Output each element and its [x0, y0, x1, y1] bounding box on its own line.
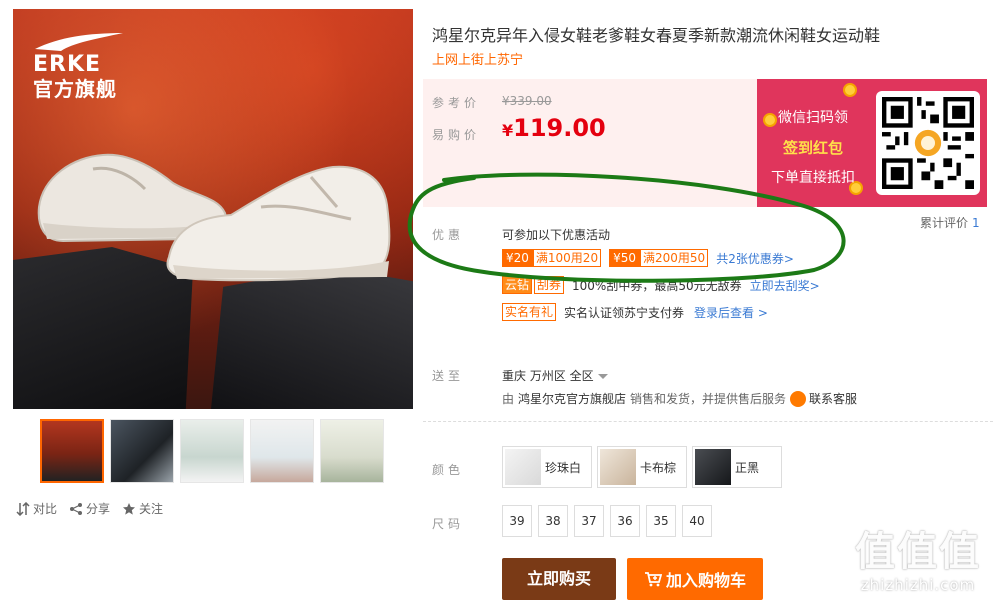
coupon-20[interactable]: ¥20 满100用20: [502, 249, 602, 267]
size-label: 尺码: [432, 517, 465, 531]
cloud-diamond-tag: 云钻: [502, 276, 533, 294]
size-option[interactable]: 38: [538, 505, 568, 537]
coupon-condition: 满100用20: [532, 249, 602, 267]
brand-name: ERKE: [33, 52, 102, 77]
buy-price-label: 易购价: [432, 128, 481, 142]
share-action[interactable]: 分享: [69, 500, 110, 517]
promo-line1: 微信扫码领: [778, 110, 848, 126]
thumbnail-5[interactable]: [320, 419, 384, 483]
promotions-intro: 可参加以下优惠活动: [502, 228, 611, 242]
swatch-image: [600, 449, 636, 485]
share-icon: [70, 502, 83, 515]
ship-to-label: 送至: [432, 369, 465, 383]
real-name-text: 实名认证领苏宁支付券: [564, 305, 685, 320]
thumbnail-strip: [40, 419, 390, 483]
shipping-note: 由 鸿星尔克官方旗舰店 销售和发货，并提供售后服务 联系客服: [502, 390, 857, 407]
color-option-cappuccino[interactable]: 卡布棕: [597, 446, 687, 488]
product-actions: 对比 分享 关注: [16, 500, 175, 517]
contact-service-link[interactable]: 联系客服: [809, 390, 857, 407]
color-name: 正黑: [735, 460, 760, 475]
compare-action[interactable]: 对比: [16, 500, 57, 517]
size-option[interactable]: 35: [646, 505, 676, 537]
shoe-front-image: [166, 165, 391, 282]
thumbnail-2[interactable]: [110, 419, 174, 483]
real-name-row: 实名有礼 实名认证领苏宁支付券 登录后查看 >: [502, 303, 768, 321]
add-to-cart-button[interactable]: 加入购物车: [627, 558, 763, 600]
color-option-pearl-white[interactable]: 珍珠白: [502, 446, 592, 488]
compare-icon: [16, 501, 30, 516]
promo-line2: 签到红包: [782, 139, 843, 157]
promotions-label: 优惠: [432, 228, 465, 242]
share-label: 分享: [86, 502, 111, 516]
coupon-amount: ¥20: [502, 249, 533, 267]
buy-now-button[interactable]: 立即购买: [502, 558, 616, 600]
watermark-logo: 值值值: [855, 529, 981, 575]
size-option[interactable]: 36: [610, 505, 640, 537]
caret-down-icon: [597, 374, 608, 379]
product-title: 鸿星尔克异年入侵女鞋老爹鞋女春夏季新款潮流休闲鞋女运动鞋: [432, 26, 881, 45]
login-to-view-link[interactable]: 登录后查看 >: [694, 304, 768, 321]
brand-flagship-label: 官方旗舰: [33, 77, 117, 101]
add-to-cart-label: 加入购物车: [665, 571, 746, 590]
customer-service-icon: [790, 390, 807, 407]
buy-price: ¥119.00: [502, 114, 606, 142]
coupon-amount: ¥50: [609, 249, 640, 267]
ref-price-value: ¥339.00: [502, 94, 552, 108]
coin-icon: [843, 83, 857, 97]
scratch-tag: 刮券: [534, 276, 565, 294]
color-label: 颜色: [432, 463, 465, 477]
size-option[interactable]: 39: [502, 505, 532, 537]
star-icon: [123, 502, 136, 515]
product-main-image: ERKE 官方旗舰: [13, 9, 413, 409]
color-options: 珍珠白 卡布棕 正黑: [502, 446, 787, 488]
size-option[interactable]: 40: [682, 505, 712, 537]
shipping-note-text: 销售和发货，并提供售后服务: [630, 392, 787, 406]
thumbnail-4[interactable]: [250, 419, 314, 483]
follow-label: 关注: [139, 502, 164, 516]
rating-count: 1: [972, 216, 980, 230]
more-coupons-link[interactable]: 共2张优惠券>: [716, 250, 794, 267]
site-watermark: 值值值 zhizhizhi.com: [846, 528, 990, 604]
by-label: 由: [502, 392, 515, 406]
color-name: 卡布棕: [640, 460, 677, 475]
promo-line3: 下单直接抵扣: [771, 170, 855, 186]
buy-price-value: 119.00: [513, 114, 606, 142]
size-option[interactable]: 37: [574, 505, 604, 537]
coupon-condition: 满200用50: [640, 249, 709, 267]
erke-swoosh-icon: [35, 33, 123, 51]
location-selector[interactable]: 重庆 万州区 全区: [502, 367, 608, 384]
promo-text: 微信扫码领 签到红包 下单直接抵扣: [757, 103, 869, 193]
scratch-text: 100%刮中券，最高50元无敌券: [572, 278, 742, 293]
product-subtitle: 上网上街上苏宁: [432, 53, 524, 68]
cumulative-rating[interactable]: 累计评价 1: [920, 214, 980, 231]
color-option-black[interactable]: 正黑: [692, 446, 782, 488]
wechat-promo-banner[interactable]: 微信扫码领 签到红包 下单直接抵扣: [757, 79, 987, 207]
follow-action[interactable]: 关注: [122, 500, 163, 517]
location-value: 重庆 万州区 全区: [502, 369, 594, 383]
real-name-tag: 实名有礼: [502, 303, 557, 321]
thumbnail-3[interactable]: [180, 419, 244, 483]
qr-code: [876, 91, 980, 195]
swatch-image: [505, 449, 541, 485]
coupon-row: ¥20 满100用20 ¥50 满200用50 共2张优惠券>: [502, 249, 794, 267]
store-name[interactable]: 鸿星尔克官方旗舰店: [518, 390, 626, 407]
brand-logo: ERKE 官方旗舰: [33, 31, 125, 101]
scratch-link[interactable]: 立即去刮奖>: [750, 277, 820, 294]
coupon-50[interactable]: ¥50 满200用50: [609, 249, 709, 267]
rating-label: 累计评价: [920, 216, 969, 230]
thumbnail-1[interactable]: [40, 419, 104, 483]
swatch-image: [695, 449, 731, 485]
cart-icon: [644, 572, 662, 587]
scratch-row: 云钻 刮券 100%刮中券，最高50元无敌券 立即去刮奖>: [502, 276, 820, 294]
qr-code-icon: [882, 97, 974, 189]
section-divider: [423, 421, 993, 422]
rock-right: [211, 267, 413, 409]
currency-symbol: ¥: [502, 121, 514, 140]
color-name: 珍珠白: [545, 460, 582, 475]
ref-price-label: 参考价: [432, 96, 481, 110]
compare-label: 对比: [33, 502, 58, 516]
watermark-url: zhizhizhi.com: [860, 576, 976, 594]
size-options: 39 38 37 36 35 40: [502, 505, 718, 537]
